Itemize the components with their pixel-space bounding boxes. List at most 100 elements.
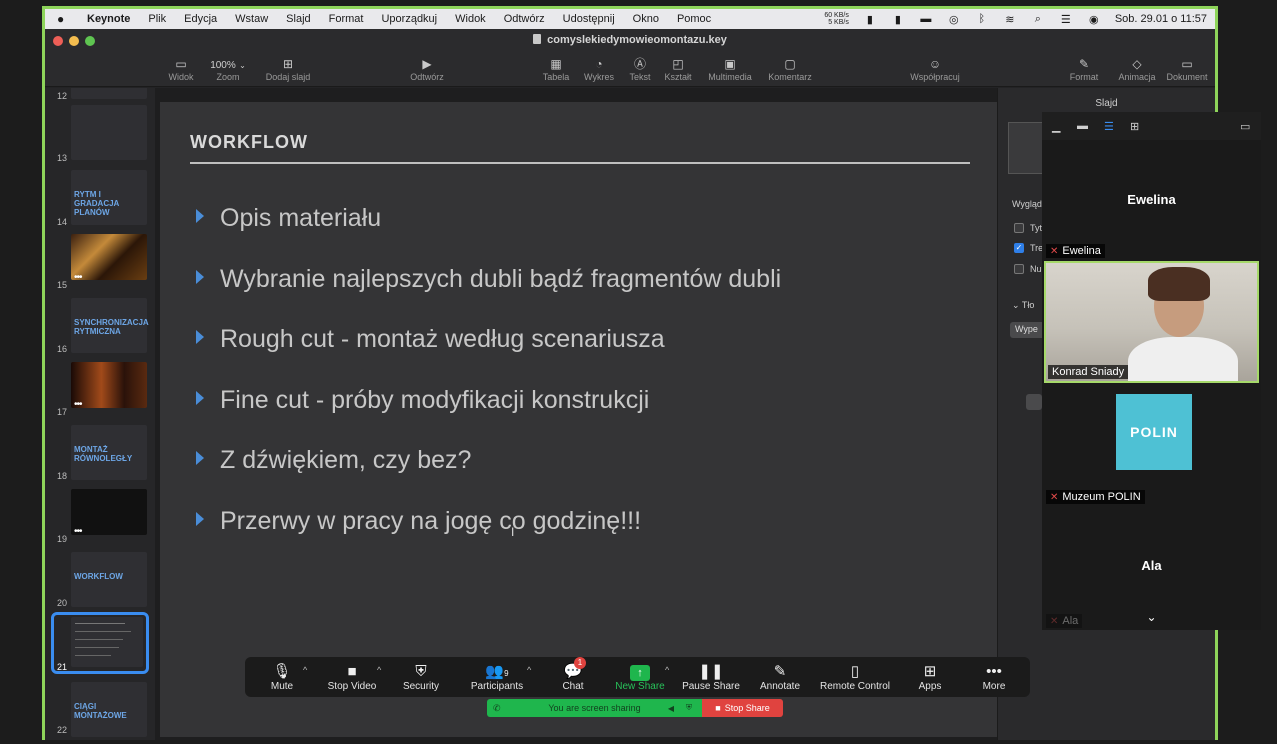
table-button[interactable]: ▦ Tabela	[541, 56, 571, 82]
slide-navigator[interactable]: 12 13 RYTM I GRADACJA PLANÓW 14 ••• 15 S…	[45, 88, 155, 740]
play-button[interactable]: ▶ Odtwórz	[407, 56, 447, 82]
apps-icon: ⊞	[923, 663, 937, 680]
slide-thumbnail-17[interactable]	[71, 362, 147, 408]
clock[interactable]: Sob. 29.01 o 11:57	[1115, 13, 1207, 25]
current-slide[interactable]: WORKFLOW Opis materiału Wybranie najleps…	[160, 102, 997, 737]
strip-view-icon[interactable]: ☰	[1104, 120, 1114, 133]
slide-title[interactable]: WORKFLOW	[190, 132, 308, 153]
slide-thumbnail-18[interactable]: MONTAŻ RÓWNOLEGŁY	[71, 425, 147, 480]
bullet-item[interactable]: Wybranie najlepszych dubli bądź fragment…	[196, 265, 781, 294]
control-center-icon[interactable]: ☰	[1059, 14, 1073, 26]
collaborate-button[interactable]: ☺ Współpracuj	[907, 56, 963, 82]
apple-icon[interactable]: ●	[57, 12, 71, 26]
animate-button[interactable]: ◇ Animacja	[1117, 56, 1157, 82]
globe-icon[interactable]: ◎	[947, 14, 961, 26]
menu-file[interactable]: Plik	[148, 13, 166, 25]
stop-share-button[interactable]: ■ Stop Share	[702, 699, 783, 717]
title-checkbox[interactable]	[1014, 223, 1024, 233]
slide-number: 18	[57, 471, 68, 481]
shield-icon: ⛨	[415, 663, 427, 680]
format-button[interactable]: ✎ Format	[1067, 56, 1101, 82]
chevron-up-icon[interactable]: ^	[377, 665, 381, 675]
mute-button[interactable]: 🎙 Mute ^	[265, 663, 307, 692]
bullet-item[interactable]: Opis materiału	[196, 204, 381, 233]
bullet-item[interactable]: Fine cut - próby modyfikacji konstrukcji	[196, 386, 649, 415]
participant-tile-ala[interactable]: Ala ✕ Ala ⌄	[1044, 508, 1259, 630]
chart-button[interactable]: ◔ Wykres	[583, 56, 615, 82]
participant-tile-ewelina[interactable]: Ewelina ✕ Ewelina	[1044, 140, 1259, 260]
minimize-icon[interactable]: ▁	[1052, 120, 1060, 133]
stop-video-button[interactable]: ■ Stop Video ^	[325, 663, 382, 692]
single-speaker-view-icon[interactable]: ▬	[1077, 120, 1088, 132]
menu-share[interactable]: Udostępnij	[563, 13, 615, 25]
media-button[interactable]: ▣ Multimedia	[705, 56, 755, 82]
slide-thumbnail-22[interactable]: CIĄGI MONTAŻOWE	[71, 682, 147, 737]
annotate-button[interactable]: ✎ Annotate	[757, 663, 803, 692]
pause-share-button[interactable]: ❚❚ Pause Share	[681, 663, 741, 692]
add-slide-button[interactable]: ⊞ Dodaj slajd	[263, 56, 313, 82]
title-divider	[190, 162, 970, 164]
comment-icon: ▢	[784, 57, 796, 71]
gallery-view-icon[interactable]: ⊞	[1130, 120, 1139, 133]
view-button[interactable]: ▭ Widok	[167, 56, 195, 82]
display-icon[interactable]: ▬	[919, 13, 933, 25]
bullet-item[interactable]: Rough cut - montaż według scenariusza	[196, 325, 665, 354]
bluetooth-icon[interactable]: ᛒ	[975, 13, 989, 25]
color-well[interactable]	[1026, 394, 1042, 410]
menu-format[interactable]: Format	[329, 13, 364, 25]
background-section-label[interactable]: ⌄ Tło	[1012, 300, 1034, 311]
comment-button[interactable]: ▢ Komentarz	[765, 56, 815, 82]
participant-tile-polin[interactable]: POLIN ✕ Muzeum POLIN	[1044, 384, 1259, 506]
slide-thumbnail-14[interactable]: RYTM I GRADACJA PLANÓW	[71, 170, 147, 225]
chevron-down-icon[interactable]: ⌄	[1044, 610, 1259, 624]
zoom-record-icon[interactable]: ◉	[1087, 14, 1101, 26]
slide-thumbnail-15[interactable]	[71, 234, 147, 280]
layout-toggle-icon[interactable]: ▭	[1240, 120, 1250, 133]
document-button[interactable]: ▭ Dokument	[1165, 56, 1209, 82]
chevron-up-icon[interactable]: ^	[665, 665, 669, 675]
slide-thumbnail-21[interactable]	[71, 617, 143, 667]
slide-thumbnail-16[interactable]: SYNCHRONIZACJA RYTMICZNA	[71, 298, 148, 353]
muted-mic-icon: ✕	[1050, 246, 1059, 257]
security-button[interactable]: ⛨ Security	[401, 663, 441, 692]
menu-help[interactable]: Pomoc	[677, 13, 711, 25]
text-icon: Ⓐ	[633, 57, 646, 71]
slide-thumbnail-19[interactable]	[71, 489, 147, 535]
text-button[interactable]: Ⓐ Tekst	[627, 56, 653, 82]
apps-button[interactable]: ⊞ Apps	[915, 663, 945, 692]
participant-name-tag: ✕ Ewelina	[1046, 244, 1105, 258]
document-inspector-icon: ▭	[1181, 57, 1193, 71]
chat-badge: 1	[574, 657, 586, 669]
slide-thumbnail-20[interactable]: WORKFLOW	[71, 552, 147, 607]
new-share-button[interactable]: ↑ New Share ^	[615, 663, 669, 692]
menu-view[interactable]: Widok	[455, 13, 486, 25]
bullet-item[interactable]: Przerwy w pracy na jogę co godzinę!!!	[196, 507, 641, 536]
shape-button[interactable]: ◰ Kształt	[661, 56, 695, 82]
slide-thumbnail-title: CIĄGI MONTAŻOWE	[74, 702, 127, 720]
remote-control-button[interactable]: ▯ Remote Control	[817, 663, 893, 692]
search-icon[interactable]: ⌕	[1031, 13, 1045, 25]
bullet-item[interactable]: Z dźwiękiem, czy bez?	[196, 446, 471, 475]
appearance-label: Wygląd	[1012, 199, 1042, 209]
menu-edit[interactable]: Edycja	[184, 13, 217, 25]
menu-play[interactable]: Odtwórz	[504, 13, 545, 25]
chat-button[interactable]: 💬 1 Chat	[559, 657, 587, 692]
zoom-dropdown[interactable]: 100% ⌄ Zoom	[205, 56, 251, 82]
participants-button[interactable]: 👥9 Participants ^	[467, 663, 531, 692]
number-checkbox[interactable]	[1014, 264, 1024, 274]
menu-slide[interactable]: Slajd	[286, 13, 310, 25]
wifi-icon[interactable]: ≋	[1003, 14, 1017, 26]
participant-tile-konrad[interactable]: Konrad Sniady	[1044, 261, 1259, 383]
chevron-up-icon[interactable]: ^	[303, 665, 307, 675]
chevron-up-icon[interactable]: ^	[527, 665, 531, 675]
body-checkbox[interactable]: ✓	[1014, 243, 1024, 253]
slide-thumbnail-13[interactable]	[71, 105, 147, 160]
battery-meter-icon[interactable]: ▮	[863, 14, 877, 26]
slide-thumbnail-12[interactable]	[71, 88, 147, 99]
menu-window[interactable]: Okno	[633, 13, 659, 25]
more-button[interactable]: ••• More	[979, 663, 1009, 692]
menu-app[interactable]: Keynote	[87, 13, 130, 25]
menu-insert[interactable]: Wstaw	[235, 13, 268, 25]
cpu-meter-icon[interactable]: ▮	[891, 14, 905, 26]
menu-arrange[interactable]: Uporządkuj	[381, 13, 437, 25]
